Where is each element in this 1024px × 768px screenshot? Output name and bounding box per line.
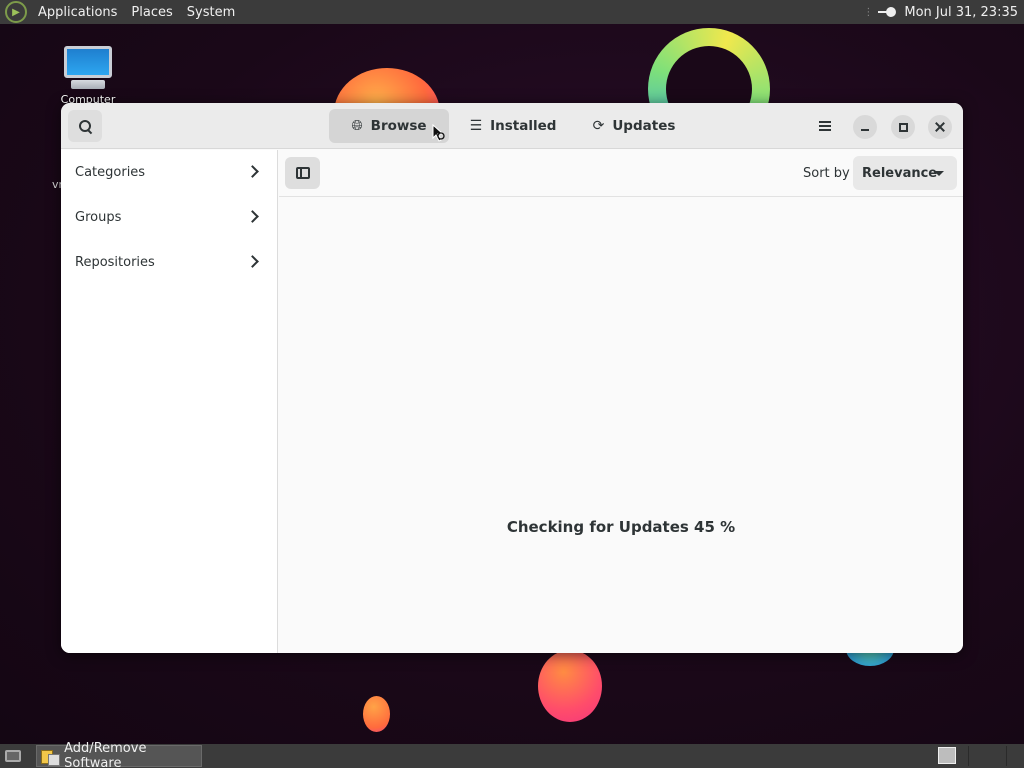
sort-dropdown[interactable]: Relevance [853,156,957,190]
menu-applications[interactable]: Applications [31,5,124,20]
taskbar-item-add-remove-software[interactable]: Add/Remove Software [36,741,202,768]
sort-value: Relevance [862,165,938,181]
sort-label: Sort by [803,166,850,181]
chevron-right-icon [246,255,259,268]
tab-updates[interactable]: ⟳ Updates [589,109,679,143]
tab-installed-label: Installed [490,118,557,134]
top-panel: ▶ Applications Places System ⋮ Mon Jul 3… [0,0,1024,24]
minimize-button[interactable] [853,115,877,139]
wallpaper-small-blob [363,696,390,732]
sidebar-item-label: Categories [75,165,146,180]
tab-browse-label: Browse [370,118,427,134]
sidebar-toggle-button[interactable] [285,157,320,189]
sidebar-item-label: Groups [75,210,122,225]
chevron-right-icon [246,165,259,178]
sidebar-toggle-icon [295,167,310,179]
refresh-icon: ⟳ [592,118,605,134]
desktop-icon-computer[interactable]: Computer [58,46,118,106]
tab-browse[interactable]: 🌐︎ Browse [329,109,449,143]
package-icon [41,748,61,766]
tab-updates-label: Updates [612,118,676,134]
software-window: 🌐︎ Browse ☰ Installed ⟳ Updates Categori… [61,103,963,653]
wallpaper-pink-blob [538,650,602,722]
sidebar: Categories Groups Repositories [61,150,278,653]
search-icon [78,119,92,133]
taskbar-item-label: Add/Remove Software [64,741,147,768]
close-button[interactable] [928,115,952,139]
maximize-icon [898,122,908,132]
menu-places[interactable]: Places [124,5,179,20]
main-content: Sort by Relevance Checking for Updates 4… [279,150,963,653]
sidebar-item-categories[interactable]: Categories [61,150,277,195]
hamburger-icon [819,121,831,131]
menu-system[interactable]: System [180,5,242,20]
main-menu-button[interactable] [813,110,837,142]
sidebar-item-repositories[interactable]: Repositories [61,240,277,285]
content-toolbar: Sort by Relevance [279,150,963,197]
show-desktop-icon [5,750,21,762]
globe-icon: 🌐︎ [351,118,363,134]
computer-icon [64,46,112,79]
dropdown-arrow-icon [934,171,944,176]
list-icon: ☰ [469,118,483,134]
maximize-button[interactable] [891,115,915,139]
tab-installed[interactable]: ☰ Installed [465,109,561,143]
sidebar-item-label: Repositories [75,255,155,270]
key-icon[interactable] [878,7,897,17]
header-bar: 🌐︎ Browse ☰ Installed ⟳ Updates [61,103,963,149]
close-icon [935,122,945,132]
chevron-right-icon [246,210,259,223]
panel-separator: ⋮ [863,6,873,18]
taskbar: Add/Remove Software [0,741,1024,768]
status-message: Checking for Updates 45 % [506,518,736,536]
minimize-icon [861,129,869,131]
show-desktop-button[interactable] [2,746,24,766]
sidebar-item-groups[interactable]: Groups [61,195,277,240]
search-button[interactable] [68,110,102,142]
distro-logo-icon[interactable]: ▶ [5,1,27,23]
panel-clock[interactable]: Mon Jul 31, 23:35 [904,5,1024,20]
workspace-switcher[interactable] [938,747,956,764]
